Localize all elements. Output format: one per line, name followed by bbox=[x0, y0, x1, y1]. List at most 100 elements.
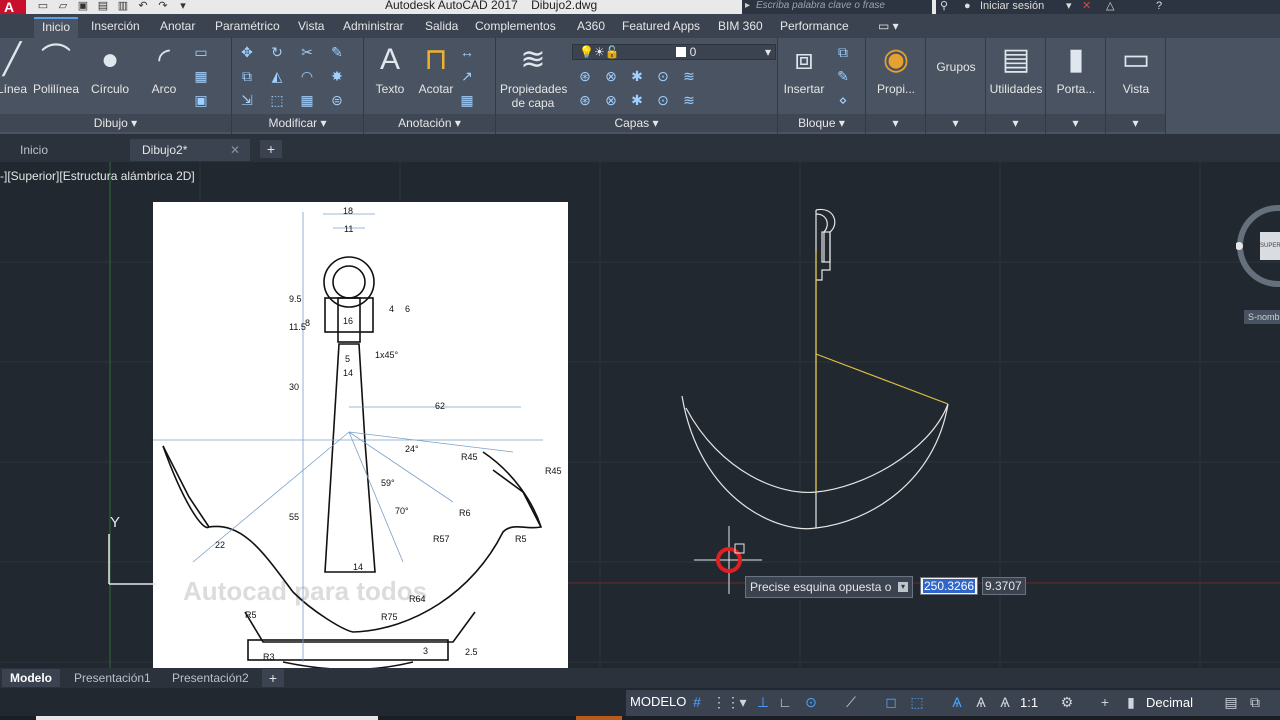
table-icon[interactable]: ▦ bbox=[456, 90, 478, 110]
ortho-icon[interactable]: ∟ bbox=[776, 693, 794, 711]
offset-icon[interactable]: ⊜ bbox=[326, 90, 348, 110]
chevron-down-icon[interactable]: ▾ bbox=[734, 693, 752, 711]
plus-icon[interactable]: + bbox=[1096, 693, 1114, 711]
new-tab-button[interactable]: + bbox=[260, 140, 282, 158]
annotation-visibility-icon[interactable]: Ѧ bbox=[972, 693, 990, 711]
viewcube-face[interactable]: SUPERIOR bbox=[1260, 232, 1280, 260]
linear-dim-icon[interactable]: ↔ bbox=[456, 42, 478, 62]
tab-parametrico[interactable]: Paramétrico bbox=[215, 18, 280, 38]
chevron-down-icon[interactable]: ▾ bbox=[1066, 0, 1072, 12]
scale-icon[interactable]: ⬚ bbox=[266, 90, 288, 110]
trim-icon[interactable]: ✂ bbox=[296, 42, 318, 62]
panel-title-anotacion[interactable]: Anotación ▾ bbox=[364, 114, 495, 132]
undo-icon[interactable]: ↶ bbox=[136, 0, 150, 12]
tab-administrar[interactable]: Administrar bbox=[343, 18, 404, 38]
osnap-icon[interactable]: ◻ bbox=[882, 693, 900, 711]
layer-unisolate-icon[interactable]: ⊗ bbox=[600, 90, 622, 110]
tab-insercion[interactable]: Inserción bbox=[91, 18, 140, 38]
viewcube[interactable]: SUPERIOR S-nombre bbox=[1236, 202, 1280, 324]
move-icon[interactable]: ✥ bbox=[236, 42, 258, 62]
panel-expander-grupos[interactable]: ▾ bbox=[926, 114, 985, 132]
region-icon[interactable]: ▣ bbox=[190, 90, 212, 110]
edit-block-icon[interactable]: ✎ bbox=[832, 66, 854, 86]
utilidades-button[interactable]: ▤ Utilidades bbox=[986, 42, 1046, 96]
autocad-logo[interactable]: A bbox=[0, 0, 26, 14]
gear-icon[interactable]: ⚙ bbox=[1058, 693, 1076, 711]
rectangle-icon[interactable]: ▭ bbox=[190, 42, 212, 62]
circulo-button[interactable]: ● Círculo bbox=[80, 42, 140, 96]
layer-off-icon[interactable]: ⊛ bbox=[574, 66, 596, 86]
redo-icon[interactable]: ↷ bbox=[156, 0, 170, 12]
layer-lock-icon[interactable]: ⊙ bbox=[652, 66, 674, 86]
hatch-icon[interactable]: ▦ bbox=[190, 66, 212, 86]
tab-salida[interactable]: Salida bbox=[425, 18, 458, 38]
attribute-icon[interactable]: ⋄ bbox=[832, 90, 854, 110]
layer-on-icon[interactable]: ⊛ bbox=[574, 90, 596, 110]
layer-properties-button[interactable]: ≋ Propiedades de capa bbox=[500, 42, 567, 110]
tab-performance[interactable]: Performance bbox=[780, 18, 849, 38]
layer-unlock-icon[interactable]: ⊙ bbox=[652, 90, 674, 110]
save-icon[interactable]: ▣ bbox=[76, 0, 90, 12]
tab-bim360[interactable]: BIM 360 bbox=[718, 18, 763, 38]
tab-a360[interactable]: A360 bbox=[577, 18, 605, 38]
layer-match-icon[interactable]: ≋ bbox=[678, 66, 700, 86]
panel-expander-utilidades[interactable]: ▾ bbox=[986, 114, 1045, 132]
panel-title-bloque[interactable]: Bloque ▾ bbox=[778, 114, 865, 132]
infer-icon[interactable]: ⊥ bbox=[754, 693, 772, 711]
open-icon[interactable]: ▱ bbox=[56, 0, 70, 12]
grid-icon[interactable]: # bbox=[688, 693, 706, 711]
explode-icon[interactable]: ✸ bbox=[326, 66, 348, 86]
layer-thaw-icon[interactable]: ✱ bbox=[626, 90, 648, 110]
panel-title-dibujo[interactable]: Dibujo ▾ bbox=[0, 114, 231, 132]
model-space-toggle[interactable]: MODELO bbox=[630, 694, 686, 709]
exchange-icon[interactable]: ✕ bbox=[1082, 0, 1091, 12]
tab-presentacion2[interactable]: Presentación2 bbox=[164, 669, 257, 687]
propiedades-button[interactable]: ◉ Propi... bbox=[866, 42, 926, 96]
quick-properties-icon[interactable]: ▤ bbox=[1222, 693, 1240, 711]
tab-modelo[interactable]: Modelo bbox=[2, 669, 60, 687]
fillet-icon[interactable]: ◠ bbox=[296, 66, 318, 86]
drawing-canvas[interactable]: -][Superior][Estructura alámbrica 2D] Au… bbox=[0, 162, 1280, 668]
options-icon[interactable]: ▾ bbox=[898, 582, 908, 592]
snap-icon[interactable]: ⋮⋮ bbox=[712, 693, 740, 711]
search-input[interactable]: Escriba palabra clave o frase bbox=[742, 0, 932, 14]
tab-anotar[interactable]: Anotar bbox=[160, 18, 195, 38]
panel-expander-vista[interactable]: ▾ bbox=[1106, 114, 1165, 132]
a360-icon[interactable]: △ bbox=[1106, 0, 1114, 12]
stretch-icon[interactable]: ⇲ bbox=[236, 90, 258, 110]
grupos-button[interactable]: Grupos bbox=[926, 60, 986, 74]
wcs-menu[interactable]: S-nombre bbox=[1244, 310, 1280, 324]
vista-button[interactable]: ▭ Vista bbox=[1106, 42, 1166, 96]
layer-freeze-icon[interactable]: ✱ bbox=[626, 66, 648, 86]
mirror-icon[interactable]: ◭ bbox=[266, 66, 288, 86]
dynamic-input-y[interactable]: 9.3707 bbox=[982, 577, 1026, 595]
plot-icon[interactable]: ▥ bbox=[116, 0, 130, 12]
dynamic-input-x[interactable]: 250.3266 bbox=[920, 577, 978, 595]
insertar-button[interactable]: ⧈ Insertar bbox=[774, 42, 834, 96]
qat-menu-icon[interactable]: ▾ bbox=[176, 0, 190, 12]
close-icon[interactable]: ✕ bbox=[230, 139, 240, 161]
new-layout-button[interactable]: + bbox=[262, 669, 284, 687]
doc-tab-dibujo2[interactable]: Dibujo2* ✕ bbox=[130, 139, 250, 161]
tab-vista[interactable]: Vista bbox=[298, 18, 324, 38]
arco-button[interactable]: ◜ Arco bbox=[134, 42, 194, 96]
panel-expander-propiedades[interactable]: ▾ bbox=[866, 114, 925, 132]
ribbon-toggle-icon[interactable]: ▭ ▾ bbox=[878, 18, 899, 38]
create-block-icon[interactable]: ⧉ bbox=[832, 42, 854, 62]
erase-icon[interactable]: ✎ bbox=[326, 42, 348, 62]
panel-title-capas[interactable]: Capas ▾ bbox=[496, 114, 777, 132]
annotation-scale-icon[interactable]: Ѧ bbox=[948, 693, 966, 711]
saveas-icon[interactable]: ▤ bbox=[96, 0, 110, 12]
tab-featured-apps[interactable]: Featured Apps bbox=[622, 18, 700, 38]
new-icon[interactable]: ▭ bbox=[36, 0, 50, 12]
layer-walk-icon[interactable]: ≋ bbox=[678, 90, 700, 110]
portapapeles-button[interactable]: ▮ Porta... bbox=[1046, 42, 1106, 96]
doc-tab-inicio[interactable]: Inicio bbox=[8, 139, 48, 161]
tab-complementos[interactable]: Complementos bbox=[475, 18, 556, 38]
polar-icon[interactable]: ⊙ bbox=[802, 693, 820, 711]
panel-title-modificar[interactable]: Modificar ▾ bbox=[232, 114, 363, 132]
array-icon[interactable]: ▦ bbox=[296, 90, 318, 110]
workspace-icon[interactable]: ▮ bbox=[1122, 693, 1140, 711]
units-selector[interactable]: Decimal bbox=[1146, 695, 1193, 710]
layer-isolate-icon[interactable]: ⊗ bbox=[600, 66, 622, 86]
